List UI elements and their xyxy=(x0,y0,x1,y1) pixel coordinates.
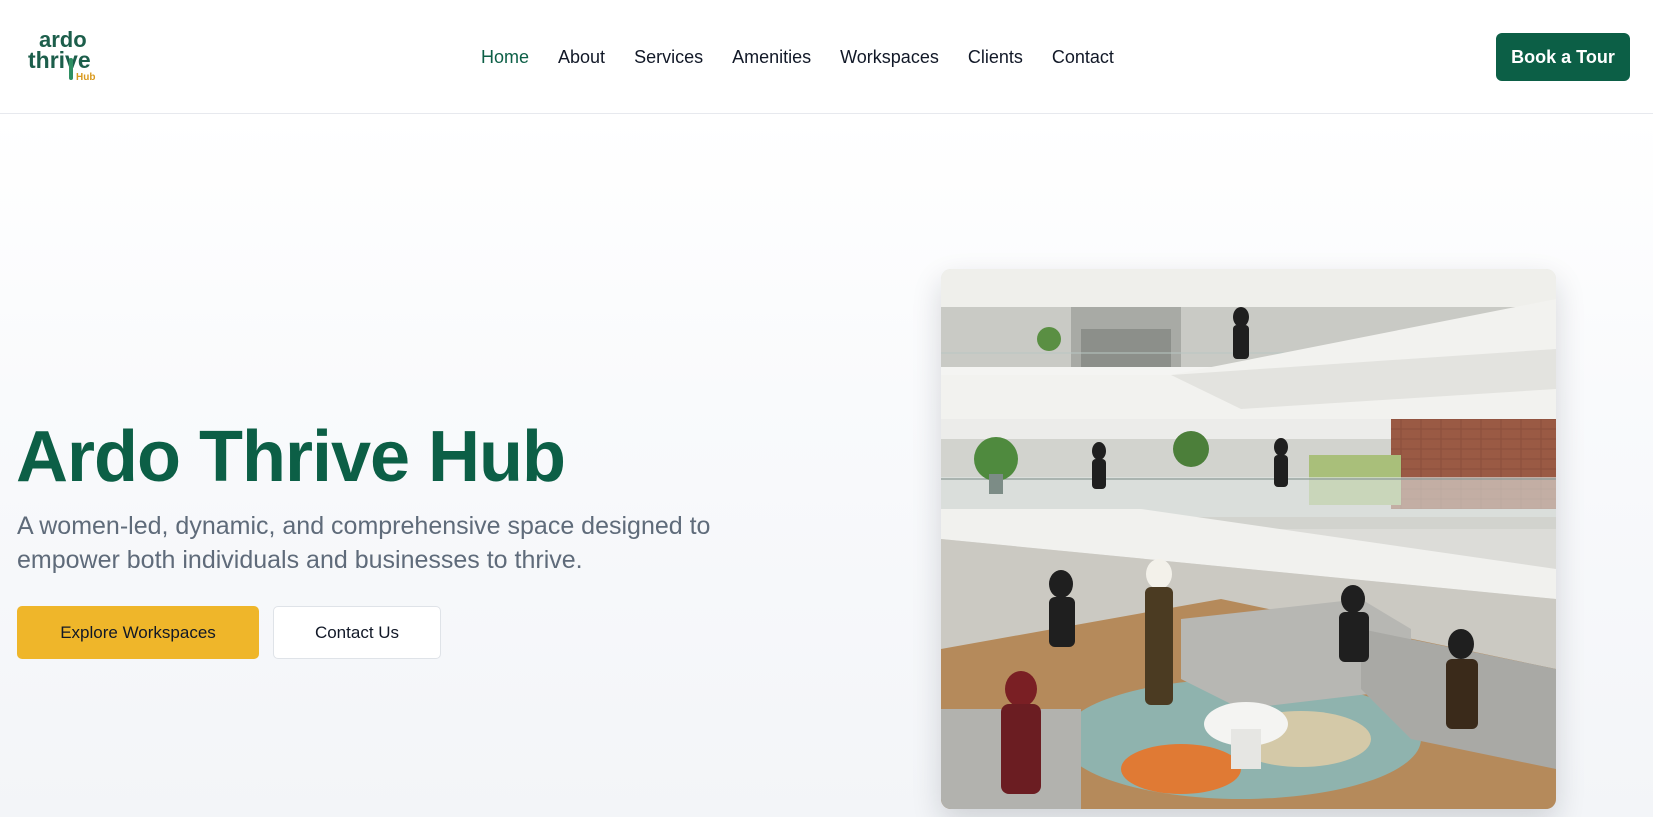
nav-item-contact[interactable]: Contact xyxy=(1052,44,1114,70)
contact-us-button[interactable]: Contact Us xyxy=(273,606,441,659)
brand-logo[interactable]: ardo thrive Hub xyxy=(28,26,108,86)
hero-image xyxy=(941,269,1556,809)
nav-item-home[interactable]: Home xyxy=(481,44,529,70)
hero-subtitle: A women-led, dynamic, and comprehensive … xyxy=(17,512,711,574)
logo-stem-shape xyxy=(69,58,73,80)
hero-title: Ardo Thrive Hub xyxy=(16,417,566,497)
nav-item-services[interactable]: Services xyxy=(634,44,703,70)
book-tour-button[interactable]: Book a Tour xyxy=(1496,33,1630,81)
nav-item-about[interactable]: About xyxy=(558,44,605,70)
coworking-atrium-illustration xyxy=(941,269,1556,809)
nav-item-workspaces[interactable]: Workspaces xyxy=(840,44,939,70)
nav-item-amenities[interactable]: Amenities xyxy=(732,44,811,70)
main-nav: Home About Services Amenities Workspaces… xyxy=(481,44,1114,70)
explore-workspaces-button[interactable]: Explore Workspaces xyxy=(17,606,259,659)
logo-word-hub: Hub xyxy=(76,72,95,83)
site-header: ardo thrive Hub Home About Services Amen… xyxy=(0,0,1653,114)
logo-word-thrive: thrive xyxy=(28,47,91,73)
logo-mark-icon: ardo thrive Hub xyxy=(28,27,95,83)
nav-item-clients[interactable]: Clients xyxy=(968,44,1023,70)
hero-section: Ardo Thrive Hub A women-led, dynamic, an… xyxy=(0,115,1653,817)
